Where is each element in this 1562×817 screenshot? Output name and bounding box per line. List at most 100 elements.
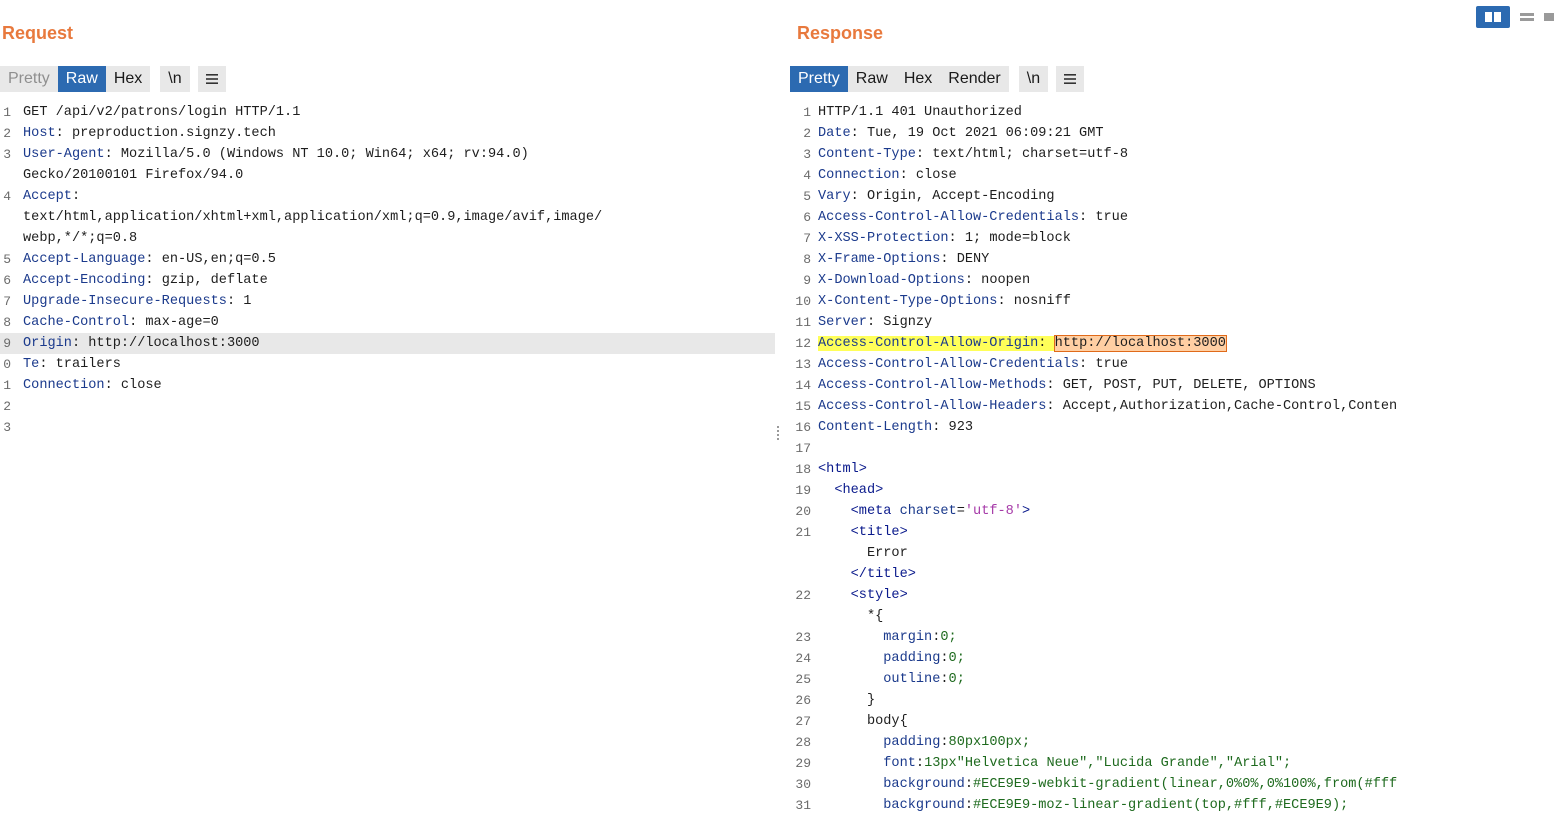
body-text: margin:0; xyxy=(883,630,957,645)
request-tab-raw[interactable]: Raw xyxy=(57,66,106,92)
response-editor[interactable]: 1 HTTP/1.1 401 Unauthorized 2 Date: Tue, 19… xyxy=(788,102,1562,817)
request-line[interactable]: 9 Origin: http://localhost:3000 xyxy=(0,333,775,354)
line-code: Te: trailers xyxy=(23,354,121,375)
response-line[interactable]: 2 Date: Tue, 19 Oct 2021 06:09:21 GMT xyxy=(788,123,1562,144)
response-tab-raw[interactable]: Raw xyxy=(847,66,896,92)
line-code: X-XSS-Protection: 1; mode=block xyxy=(818,228,1071,249)
response-body-line[interactable]: </title> xyxy=(788,564,1562,585)
response-body-line[interactable]: 31 background:#ECE9E9-moz-linear-gradien… xyxy=(788,795,1562,816)
request-line[interactable]: text/html,application/xhtml+xml,applicat… xyxy=(0,207,775,228)
request-line[interactable]: 2 Host: preproduction.signzy.tech xyxy=(0,123,775,144)
body-text: </title> xyxy=(850,567,916,582)
response-line[interactable]: 11 Server: Signzy xyxy=(788,312,1562,333)
response-line[interactable]: 10 X-Content-Type-Options: nosniff xyxy=(788,291,1562,312)
response-body-line[interactable]: 30 background:#ECE9E9-webkit-gradient(li… xyxy=(788,774,1562,795)
line-code: Error xyxy=(818,543,908,564)
split-horizontal-icon[interactable] xyxy=(1510,6,1544,28)
line-number: 20 xyxy=(795,504,811,519)
line-code: <style> xyxy=(818,585,908,606)
line-code: X-Content-Type-Options: nosniff xyxy=(818,291,1071,312)
header-value: : true xyxy=(1079,210,1128,225)
response-line[interactable]: 1 HTTP/1.1 401 Unauthorized xyxy=(788,102,1562,123)
request-line[interactable]: 7 Upgrade-Insecure-Requests: 1 xyxy=(0,291,775,312)
request-line[interactable]: 8 Cache-Control: max-age=0 xyxy=(0,312,775,333)
request-line[interactable]: 2 xyxy=(0,396,775,417)
request-line[interactable]: 3 xyxy=(0,417,775,438)
line-number: 11 xyxy=(795,315,811,330)
response-line[interactable]: 6 Access-Control-Allow-Credentials: true xyxy=(788,207,1562,228)
request-line[interactable]: 3 User-Agent: Mozilla/5.0 (Windows NT 10.… xyxy=(0,144,775,165)
header-name: X-Content-Type-Options xyxy=(818,294,998,309)
body-text: <meta charset='utf-8'> xyxy=(850,504,1031,519)
single-pane-icon[interactable] xyxy=(1544,6,1562,28)
body-text: font:13px"Helvetica Neue","Lucida Grande… xyxy=(883,756,1292,771)
request-line[interactable]: 6 Accept-Encoding: gzip, deflate xyxy=(0,270,775,291)
line-number: 8 xyxy=(803,252,811,267)
line-number: 0 xyxy=(3,357,11,372)
response-body-line[interactable]: Error xyxy=(788,543,1562,564)
response-line[interactable]: 17 xyxy=(788,438,1562,459)
request-line[interactable]: 5 Accept-Language: en-US,en;q=0.5 xyxy=(0,249,775,270)
request-line[interactable]: 1 Connection: close xyxy=(0,375,775,396)
header-value: : gzip, deflate xyxy=(145,273,268,288)
response-body-line[interactable]: 20 <meta charset='utf-8'> xyxy=(788,501,1562,522)
response-line[interactable]: 16 Content-Length: 923 xyxy=(788,417,1562,438)
request-newline-toggle[interactable]: \n xyxy=(160,66,190,92)
response-body-line[interactable]: 26 } xyxy=(788,690,1562,711)
response-line[interactable]: 12 Access-Control-Allow-Origin: http://lo… xyxy=(788,333,1562,354)
request-line[interactable]: 0 Te: trailers xyxy=(0,354,775,375)
header-name: X-Frame-Options xyxy=(818,252,941,267)
line-number: 29 xyxy=(795,756,811,771)
response-line[interactable]: 7 X-XSS-Protection: 1; mode=block xyxy=(788,228,1562,249)
response-tab-render[interactable]: Render xyxy=(940,66,1009,92)
response-line[interactable]: 5 Vary: Origin, Accept-Encoding xyxy=(788,186,1562,207)
request-line[interactable]: 1 GET /api/v2/patrons/login HTTP/1.1 xyxy=(0,102,775,123)
header-name: Date xyxy=(818,126,851,141)
response-body-line[interactable]: 18 <html> xyxy=(788,459,1562,480)
header-name: Host xyxy=(23,126,56,141)
response-tab-pretty[interactable]: Pretty xyxy=(790,66,848,92)
response-line[interactable]: 9 X-Download-Options: noopen xyxy=(788,270,1562,291)
split-vertical-icon[interactable] xyxy=(1476,6,1510,28)
header-value: : DENY xyxy=(940,252,990,267)
request-line[interactable]: Gecko/20100101 Firefox/94.0 xyxy=(0,165,775,186)
header-name: Content-Type xyxy=(818,147,916,162)
response-body-line[interactable]: 25 outline:0; xyxy=(788,669,1562,690)
header-value: : preproduction.signzy.tech xyxy=(55,126,276,141)
response-line[interactable]: 3 Content-Type: text/html; charset=utf-8 xyxy=(788,144,1562,165)
response-line[interactable]: 4 Connection: close xyxy=(788,165,1562,186)
request-tab-hex[interactable]: Hex xyxy=(105,66,151,92)
line-number: 9 xyxy=(803,273,811,288)
response-line[interactable]: 8 X-Frame-Options: DENY xyxy=(788,249,1562,270)
header-name: Connection xyxy=(23,378,105,393)
response-body-line[interactable]: 24 padding:0; xyxy=(788,648,1562,669)
request-line[interactable]: 4 Accept: xyxy=(0,186,775,207)
response-line[interactable]: 15 Access-Control-Allow-Headers: Accept,A… xyxy=(788,396,1562,417)
header-name: Server xyxy=(818,315,867,330)
response-body-line[interactable]: 27 body{ xyxy=(788,711,1562,732)
response-line[interactable]: 13 Access-Control-Allow-Credentials: true xyxy=(788,354,1562,375)
response-body-line[interactable]: 23 margin:0; xyxy=(788,627,1562,648)
request-editor[interactable]: 1 GET /api/v2/patrons/login HTTP/1.1 2 Host… xyxy=(0,102,775,817)
request-line[interactable]: webp,*/*;q=0.8 xyxy=(0,228,775,249)
response-tab-hex[interactable]: Hex xyxy=(895,66,941,92)
response-body-line[interactable]: 21 <title> xyxy=(788,522,1562,543)
line-number: 7 xyxy=(3,294,11,309)
pane-splitter-handle[interactable] xyxy=(776,424,780,444)
line-code: Accept-Language: en-US,en;q=0.5 xyxy=(23,249,276,270)
response-body-line[interactable]: 29 font:13px"Helvetica Neue","Lucida Gra… xyxy=(788,753,1562,774)
header-value: webp,*/*;q=0.8 xyxy=(23,231,138,246)
response-body-line[interactable]: *{ xyxy=(788,606,1562,627)
body-text: *{ xyxy=(866,609,884,624)
response-body-line[interactable]: 22 <style> xyxy=(788,585,1562,606)
line-code: Access-Control-Allow-Headers: Accept,Aut… xyxy=(818,396,1397,417)
response-menu-icon[interactable] xyxy=(1056,66,1085,92)
request-tab-pretty[interactable]: Pretty xyxy=(0,66,58,92)
response-body-line[interactable]: 28 padding:80px100px; xyxy=(788,732,1562,753)
request-menu-icon[interactable] xyxy=(197,66,226,92)
response-newline-toggle[interactable]: \n xyxy=(1018,66,1049,92)
line-code: User-Agent: Mozilla/5.0 (Windows NT 10.0… xyxy=(23,144,529,165)
response-body-line[interactable]: 19 <head> xyxy=(788,480,1562,501)
response-line[interactable]: 14 Access-Control-Allow-Methods: GET, POS… xyxy=(788,375,1562,396)
line-number: 5 xyxy=(803,189,811,204)
